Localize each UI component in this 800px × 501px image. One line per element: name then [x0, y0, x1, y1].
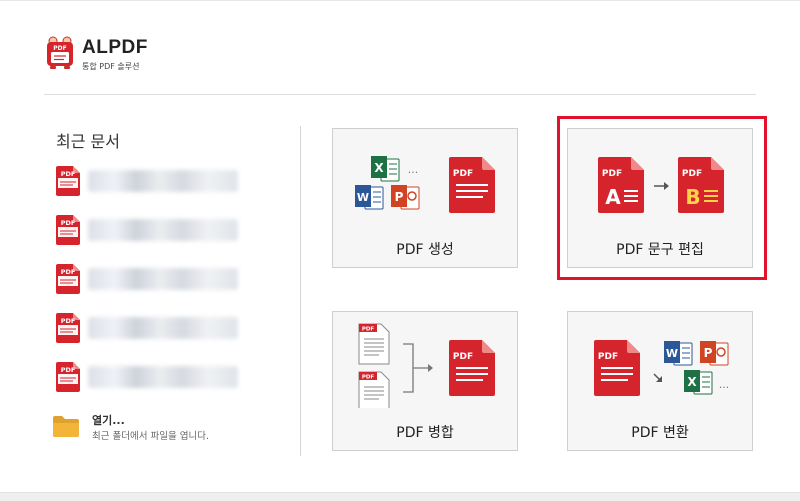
folder-icon [53, 416, 79, 437]
recent-documents-title: 최근 문서 [56, 132, 120, 151]
svg-text:W: W [666, 347, 678, 360]
svg-text:X: X [687, 375, 697, 389]
open-file-title: 열기... [92, 414, 125, 427]
pdf-file-icon: PDF [56, 264, 80, 294]
pdf-file-icon: PDF [56, 215, 80, 245]
header-divider [44, 94, 756, 95]
recent-document-name-blurred [88, 366, 238, 388]
ellipsis-text: ... [719, 378, 730, 391]
merge-bracket-arrow-icon [403, 343, 433, 393]
recent-document-name-blurred [88, 170, 238, 192]
open-file-description: 최근 폴더에서 파일을 엽니다. [92, 431, 209, 442]
powerpoint-icon: P [700, 341, 729, 366]
svg-text:W: W [357, 191, 369, 204]
excel-icon: X [371, 156, 400, 182]
logo-pdf-text: PDF [53, 45, 66, 52]
pdf-file-icon: PDF [56, 362, 80, 392]
word-icon: W [664, 341, 693, 366]
recent-document-name-blurred [88, 219, 238, 241]
tile-pdf-convert-label: PDF 변환 [631, 425, 689, 441]
recent-document-item[interactable]: PDF [56, 264, 256, 313]
pdf-icon-text: PDF [61, 366, 76, 374]
svg-text:PDF: PDF [598, 352, 618, 362]
svg-text:P: P [395, 190, 404, 204]
pdf-convert-illustration: PDF W P X ... [594, 340, 730, 396]
svg-text:PDF: PDF [362, 375, 375, 381]
pdf-file-icon: PDF [56, 166, 80, 196]
pdf-icon-text: PDF [61, 317, 76, 325]
svg-text:PDF: PDF [453, 169, 473, 179]
pdf-icon-text: PDF [61, 268, 76, 276]
alpdf-mascot-icon: PDF [47, 36, 73, 69]
svg-text:X: X [374, 161, 384, 175]
svg-text:P: P [704, 346, 713, 360]
recent-document-item[interactable]: PDF [56, 362, 256, 411]
app-name: ALPDF [82, 37, 148, 58]
app-subtitle: 통합 PDF 솔루션 [82, 62, 140, 71]
powerpoint-icon: P [391, 185, 420, 210]
pdf-document-icon: PDF [594, 340, 640, 396]
pdf-document-icon: PDF [449, 157, 495, 213]
open-file-button[interactable]: 열기... 최근 폴더에서 파일을 엽니다. [52, 410, 272, 450]
svg-text:PDF: PDF [453, 352, 473, 362]
ellipsis-text: ... [408, 163, 419, 176]
recent-document-item[interactable]: PDF [56, 215, 256, 264]
app-logo: PDF ALPDF 통합 PDF 솔루션 [44, 34, 174, 78]
recent-documents-list: PDF PDF PDF PDF PDF [56, 166, 256, 411]
tile-pdf-create[interactable]: X ... W P PDF PDF 생성 [332, 128, 518, 268]
source-pdf-document-icon: PDF [358, 371, 390, 408]
tile-pdf-merge-label: PDF 병합 [396, 425, 454, 441]
svg-text:PDF: PDF [362, 327, 375, 333]
merged-pdf-document-icon: PDF [449, 340, 495, 396]
tile-pdf-create-label: PDF 생성 [396, 242, 454, 258]
excel-icon: X [684, 370, 713, 395]
panel-divider [300, 126, 301, 456]
pdf-merge-illustration: PDF PDF PDF [358, 323, 495, 408]
arrow-down-right-icon [653, 373, 662, 382]
pdf-create-illustration: X ... W P PDF [355, 156, 495, 213]
pdf-file-icon: PDF [56, 313, 80, 343]
selection-highlight-box [557, 116, 767, 280]
tile-pdf-convert[interactable]: PDF W P X ... PDF 변환 [567, 311, 753, 451]
pdf-icon-text: PDF [61, 219, 76, 227]
window-top-border [0, 0, 800, 1]
source-pdf-document-icon: PDF [358, 323, 390, 365]
pdf-icon-text: PDF [61, 170, 76, 178]
recent-document-name-blurred [88, 268, 238, 290]
recent-document-item[interactable]: PDF [56, 313, 256, 362]
recent-document-item[interactable]: PDF [56, 166, 256, 215]
word-icon: W [355, 185, 384, 210]
recent-document-name-blurred [88, 317, 238, 339]
tile-pdf-merge[interactable]: PDF PDF PDF PDF 병합 [332, 311, 518, 451]
